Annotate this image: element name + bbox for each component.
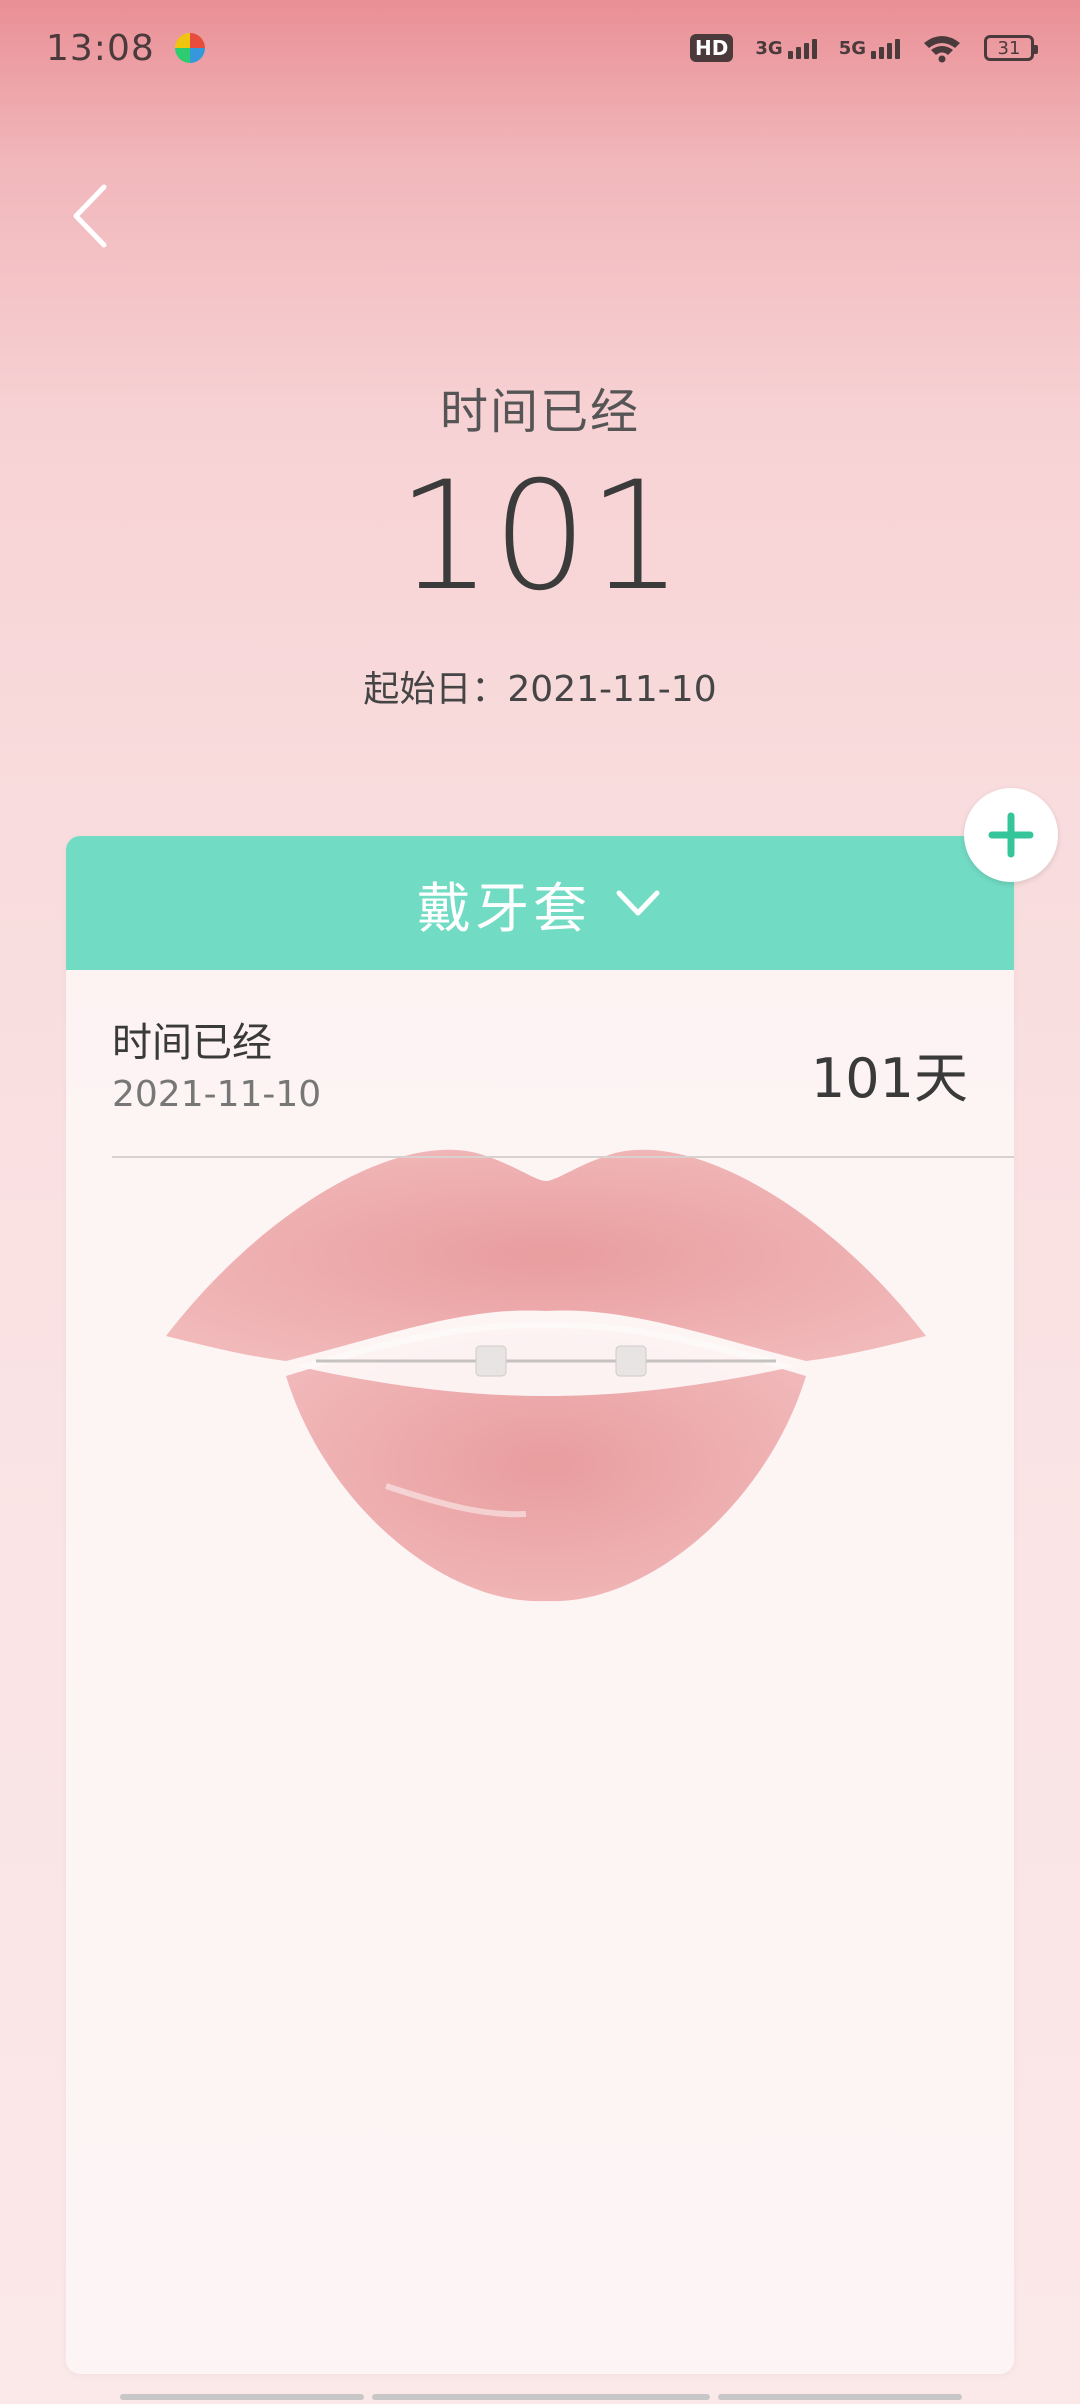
event-card: 戴牙套 时间已经 2021-11-10 101天 <box>66 836 1014 2374</box>
network-5g-label: 5G <box>838 37 866 59</box>
signal-5g-icon: 5G <box>839 38 900 59</box>
elapsed-label: 时间已经 <box>439 384 640 440</box>
item-title: 时间已经 <box>112 1020 272 1066</box>
item-day-count: 101天 <box>810 1047 968 1110</box>
hd-voice-icon: HD <box>690 34 734 62</box>
day-count: 101 <box>396 450 684 624</box>
start-date: 起始日：2021-11-10 <box>363 669 717 710</box>
list-item[interactable]: 时间已经 2021-11-10 101天 <box>112 970 1014 1158</box>
wifi-icon <box>924 36 960 63</box>
battery-level: 31 <box>997 37 1021 59</box>
back-arrow-icon <box>73 184 107 248</box>
status-bar: 13:08 HD 3G 5G 31 <box>0 0 1080 96</box>
category-title: 戴牙套 <box>417 876 591 940</box>
lips-background-image <box>166 1149 926 1602</box>
gesture-bar[interactable] <box>120 2394 962 2400</box>
category-dropdown[interactable]: 戴牙套 <box>66 836 1014 970</box>
add-button[interactable] <box>964 788 1058 882</box>
network-3g-label: 3G <box>755 37 783 59</box>
status-time: 13:08 <box>46 27 155 69</box>
gesture-handle <box>120 2394 364 2400</box>
battery-icon: 31 <box>984 35 1038 61</box>
gesture-handle <box>372 2394 710 2400</box>
chevron-down-icon <box>616 890 660 916</box>
gesture-handle <box>718 2394 962 2400</box>
app-notification-icon <box>174 33 205 63</box>
signal-3g-icon: 3G <box>755 37 817 59</box>
status-indicators: HD 3G 5G 31 <box>690 33 1038 63</box>
plus-icon <box>988 812 1034 858</box>
item-date: 2021-11-10 <box>112 1074 322 1115</box>
back-button[interactable] <box>60 176 120 256</box>
